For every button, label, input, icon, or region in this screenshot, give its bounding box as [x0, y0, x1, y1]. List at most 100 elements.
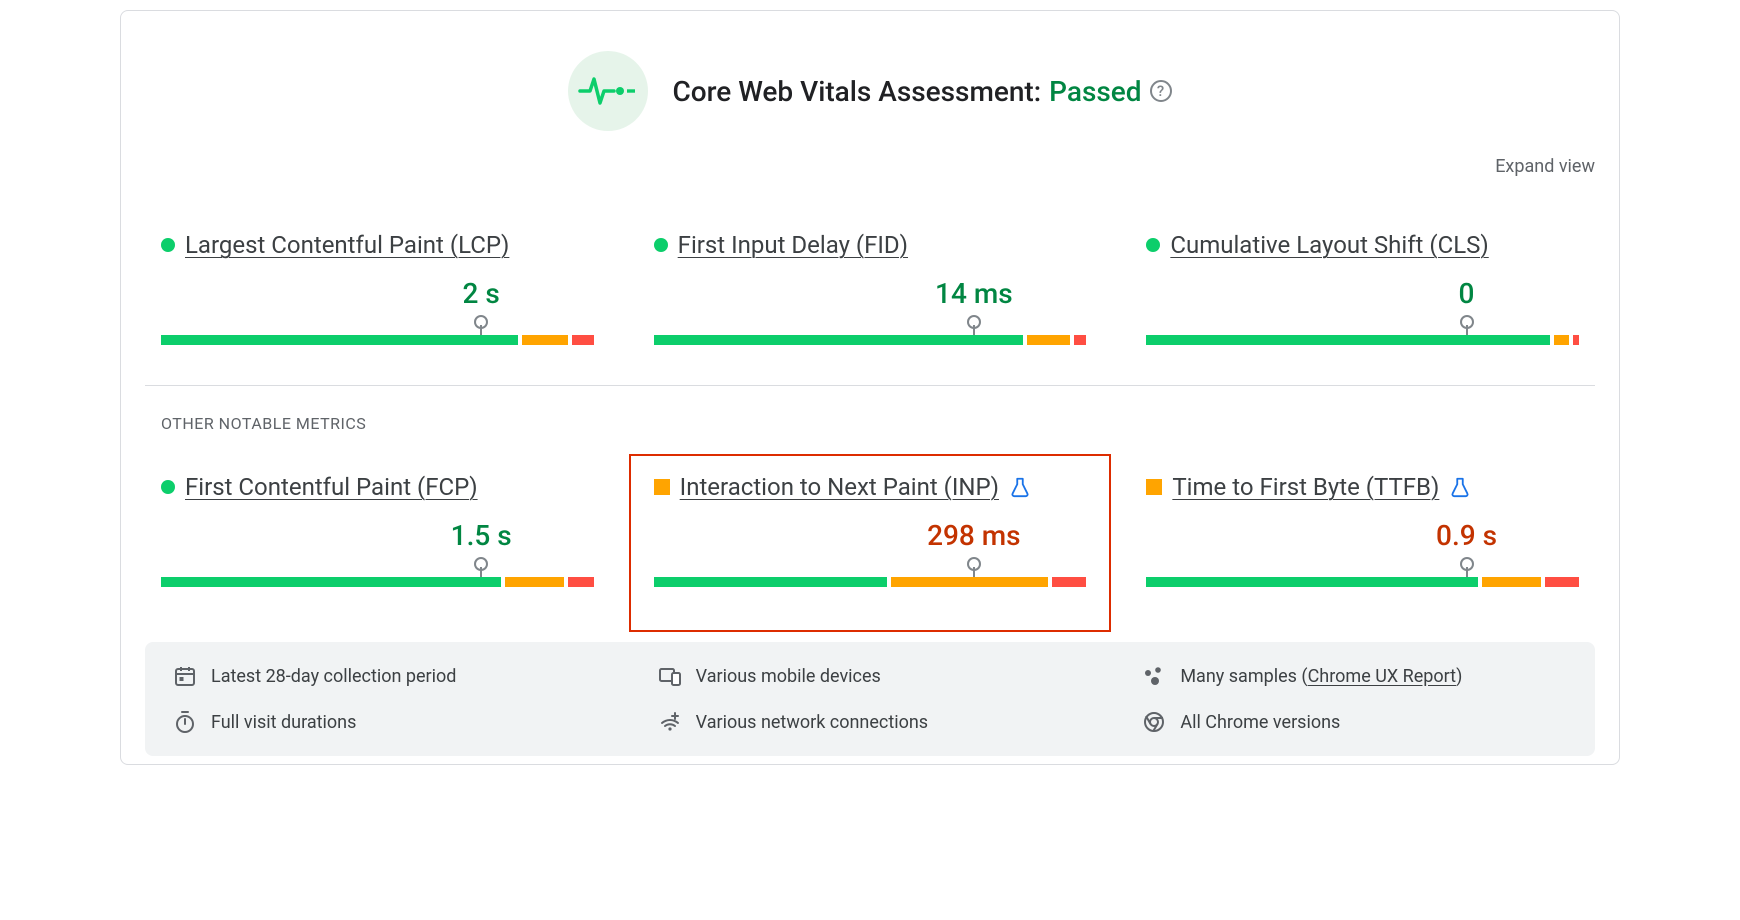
bar-segments [654, 577, 1087, 587]
metric-value: 14 ms [654, 277, 1087, 313]
metric-value: 2 s [161, 277, 594, 313]
footer-col-1: Latest 28-day collection period Full visi… [173, 664, 598, 734]
bar-segments [161, 335, 594, 345]
metric-head: First Contentful Paint (FCP) [161, 473, 594, 501]
footer-item: Latest 28-day collection period [173, 664, 598, 688]
footer-item-text: Various network connections [696, 712, 928, 733]
bar-seg-poor [1573, 335, 1579, 345]
core-metrics-row: Largest Contentful Paint (LCP) 2 s First… [121, 141, 1619, 385]
status-dot-green [654, 238, 668, 252]
bar-seg-good [1146, 335, 1549, 345]
footer-info: Latest 28-day collection period Full visi… [145, 642, 1595, 756]
other-metrics-row: First Contentful Paint (FCP) 1.5 s Inter… [121, 433, 1619, 642]
assessment-header: Core Web Vitals Assessment: Passed ? Exp… [121, 11, 1619, 141]
distribution-bar [1146, 559, 1579, 587]
metric-name-link[interactable]: First Input Delay (FID) [678, 231, 908, 259]
bar-seg-needs-improvement [1482, 577, 1541, 587]
metric-card: Largest Contentful Paint (LCP) 2 s [161, 231, 594, 345]
calendar-icon [173, 664, 197, 688]
metric-name-link[interactable]: Largest Contentful Paint (LCP) [185, 231, 509, 259]
footer-item-text: Many samples (Chrome UX Report) [1180, 666, 1462, 687]
metric-head: Interaction to Next Paint (INP) [654, 473, 1087, 501]
metric-card: Time to First Byte (TTFB) 0.9 s [1146, 473, 1579, 587]
bar-seg-poor [1545, 577, 1579, 587]
distribution-bar [654, 559, 1087, 587]
footer-item-text: All Chrome versions [1180, 712, 1340, 733]
metric-name-link[interactable]: First Contentful Paint (FCP) [185, 473, 478, 501]
bar-seg-poor [1052, 577, 1086, 587]
metric-value: 298 ms [654, 519, 1087, 555]
status-dot-green [161, 238, 175, 252]
footer-item: Various mobile devices [658, 664, 1083, 688]
bar-segments [1146, 335, 1579, 345]
bar-seg-needs-improvement [505, 577, 564, 587]
footer-item-text: Full visit durations [211, 712, 356, 733]
footer-item-text: Various mobile devices [696, 666, 881, 687]
pulse-icon [568, 51, 648, 131]
metric-card: First Input Delay (FID) 14 ms [654, 231, 1087, 345]
footer-item: Various network connections [658, 710, 1083, 734]
footer-col-2: Various mobile devices Various network co… [658, 664, 1083, 734]
distribution-bar [1146, 317, 1579, 345]
metric-value: 0.9 s [1146, 519, 1579, 555]
distribution-bar [161, 559, 594, 587]
devices-icon [658, 664, 682, 688]
status-square-orange [1146, 479, 1162, 495]
metric-value-text: 298 ms [927, 519, 1021, 552]
status-dot-green [1146, 238, 1160, 252]
network-icon [658, 710, 682, 734]
core-web-vitals-card: Core Web Vitals Assessment: Passed ? Exp… [120, 10, 1620, 765]
metric-name-link[interactable]: Interaction to Next Paint (INP) [680, 473, 999, 501]
metric-name-link[interactable]: Cumulative Layout Shift (CLS) [1170, 231, 1488, 259]
chrome-icon [1142, 710, 1166, 734]
bar-seg-needs-improvement [522, 335, 569, 345]
metric-card: Cumulative Layout Shift (CLS) 0 [1146, 231, 1579, 345]
footer-item: Many samples (Chrome UX Report) [1142, 664, 1567, 688]
scatter-icon [1142, 664, 1166, 688]
metric-head: First Input Delay (FID) [654, 231, 1087, 259]
metric-value-text: 0 [1459, 277, 1475, 310]
metric-value-text: 0.9 s [1436, 519, 1497, 552]
metric-value-text: 2 s [463, 277, 500, 310]
status-square-orange [654, 479, 670, 495]
footer-item: All Chrome versions [1142, 710, 1567, 734]
status-dot-green [161, 480, 175, 494]
bar-seg-needs-improvement [891, 577, 1048, 587]
footer-item-text: Latest 28-day collection period [211, 666, 456, 687]
bar-seg-good [161, 577, 501, 587]
bar-segments [1146, 577, 1579, 587]
expand-view-button[interactable]: Expand view [1495, 156, 1595, 177]
assessment-title-prefix: Core Web Vitals Assessment: [672, 75, 1041, 108]
assessment-status: Passed [1049, 75, 1141, 108]
metric-value: 0 [1146, 277, 1579, 313]
footer-item: Full visit durations [173, 710, 598, 734]
metric-card: Interaction to Next Paint (INP) 298 ms [630, 455, 1111, 631]
bar-seg-good [1146, 577, 1477, 587]
distribution-bar [654, 317, 1087, 345]
bar-seg-poor [568, 577, 593, 587]
other-metrics-label: OTHER NOTABLE METRICS [121, 386, 1619, 433]
timer-icon [173, 710, 197, 734]
metric-value-text: 1.5 s [451, 519, 512, 552]
bar-seg-good [161, 335, 518, 345]
assessment-title: Core Web Vitals Assessment: Passed ? [672, 75, 1171, 108]
footer-link[interactable]: Chrome UX Report [1308, 666, 1456, 687]
bar-segments [654, 335, 1087, 345]
bar-seg-poor [1074, 335, 1087, 345]
footer-col-3: Many samples (Chrome UX Report) All Chrom… [1142, 664, 1567, 734]
bar-seg-needs-improvement [1554, 335, 1569, 345]
distribution-bar [161, 317, 594, 345]
bar-seg-good [654, 577, 888, 587]
beaker-icon [1009, 476, 1031, 498]
metric-name-link[interactable]: Time to First Byte (TTFB) [1172, 473, 1439, 501]
help-icon[interactable]: ? [1150, 80, 1172, 102]
metric-value-text: 14 ms [935, 277, 1013, 310]
metric-value: 1.5 s [161, 519, 594, 555]
bar-seg-needs-improvement [1027, 335, 1069, 345]
bar-seg-good [654, 335, 1023, 345]
bar-segments [161, 577, 594, 587]
metric-head: Time to First Byte (TTFB) [1146, 473, 1579, 501]
metric-head: Largest Contentful Paint (LCP) [161, 231, 594, 259]
bar-seg-poor [572, 335, 593, 345]
metric-card: First Contentful Paint (FCP) 1.5 s [161, 473, 594, 587]
